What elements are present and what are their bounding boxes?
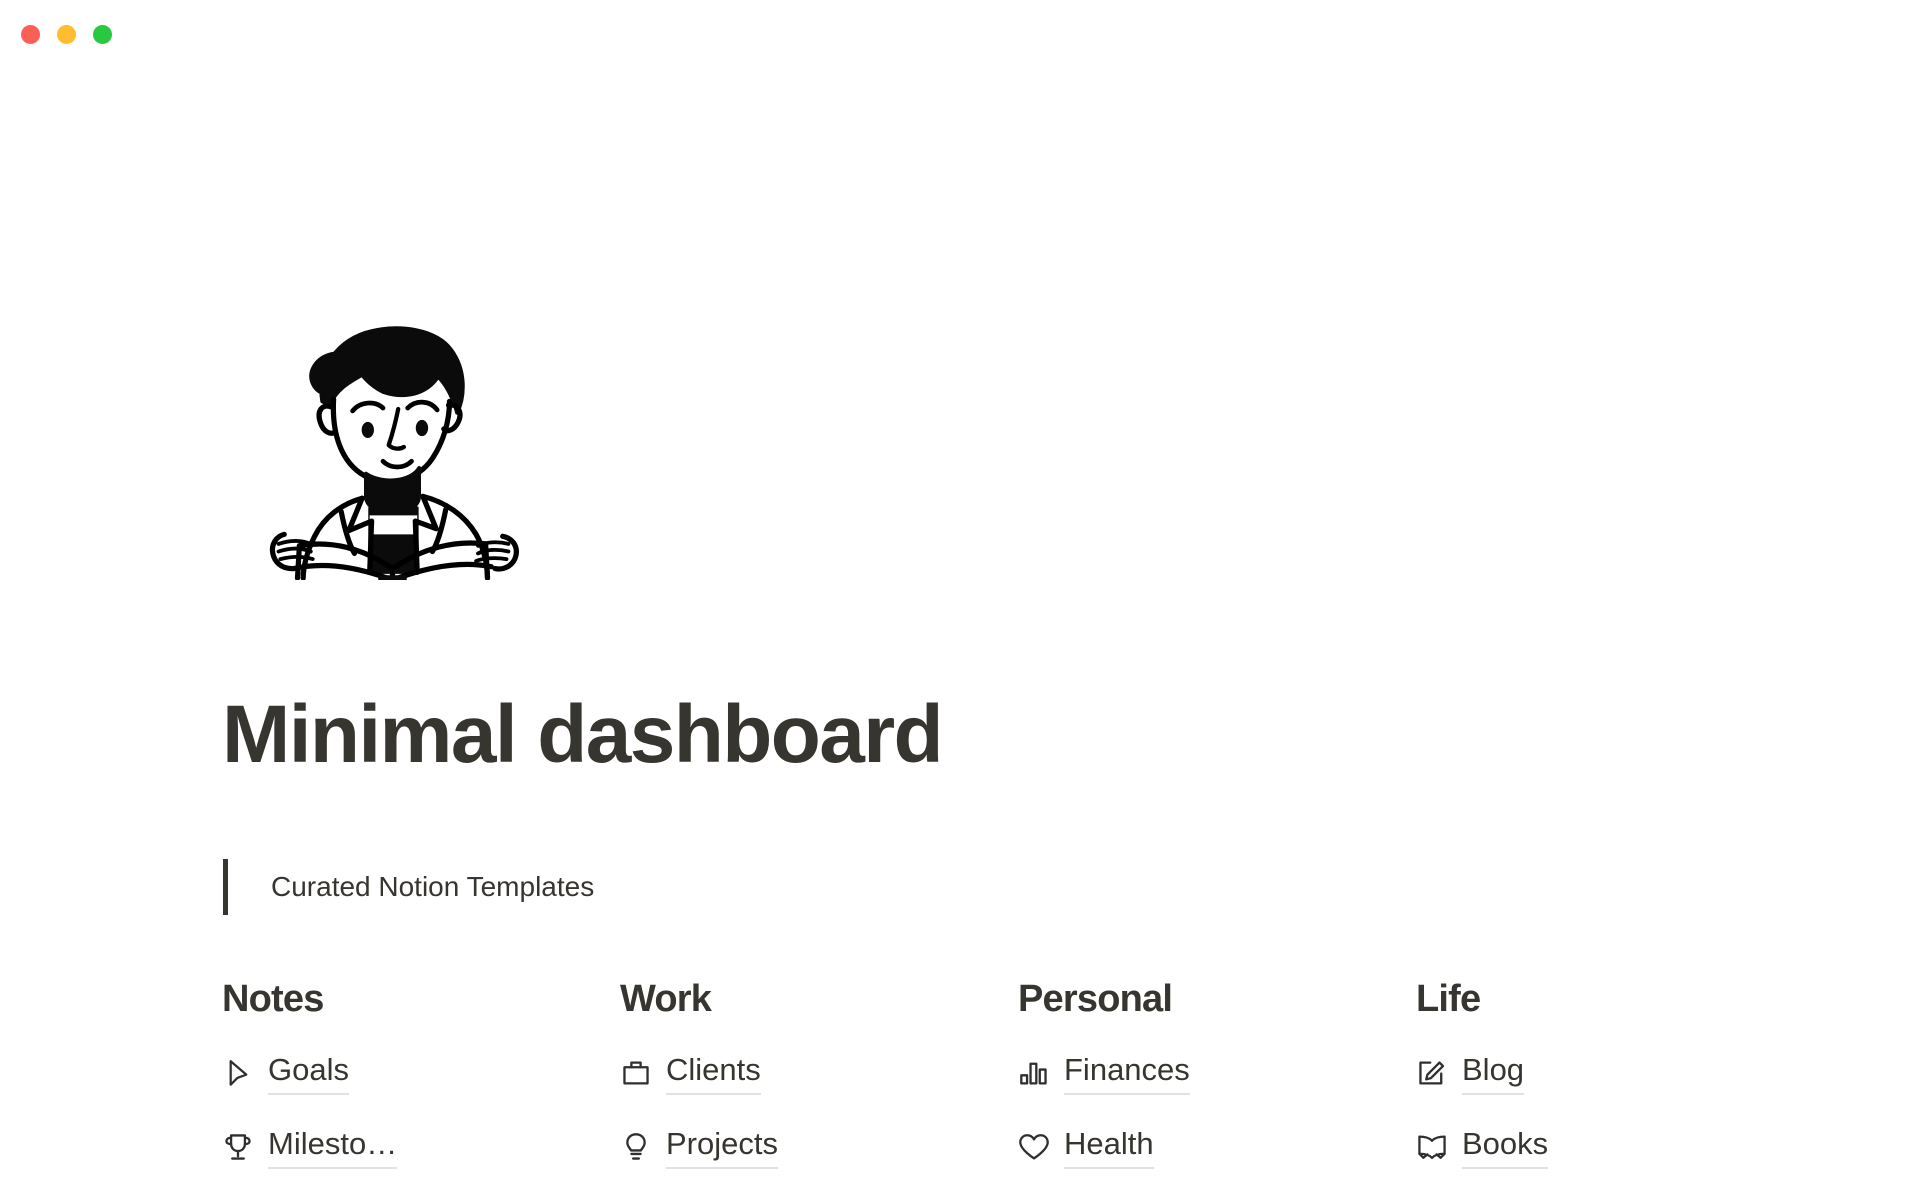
trophy-icon [222,1131,254,1163]
page-root: Minimal dashboard Curated Notion Templat… [0,0,1920,1200]
link-label: Blog [1462,1052,1525,1095]
link-columns: Notes Goals Milesto… Work Clients Projec… [222,977,1842,1196]
bar-chart-icon [1018,1057,1050,1089]
column-personal: Personal Finances Health [1018,977,1416,1196]
link-label: Projects [666,1126,778,1169]
link-blog[interactable]: Blog [1416,1048,1814,1098]
quote-text: Curated Notion Templates [271,871,595,902]
page-title: Minimal dashboard [222,689,944,780]
quote-block: Curated Notion Templates [223,859,594,915]
link-books[interactable]: Books [1416,1122,1814,1172]
link-label: Clients [666,1052,761,1095]
link-label: Finances [1064,1052,1190,1095]
heart-icon [1018,1131,1050,1163]
link-health[interactable]: Health [1018,1122,1416,1172]
link-label: Books [1462,1126,1549,1169]
link-projects[interactable]: Projects [620,1122,1018,1172]
link-milestones[interactable]: Milesto… [222,1122,620,1172]
briefcase-icon [620,1057,652,1089]
open-book-icon [1416,1131,1448,1163]
window-titlebar [0,0,1920,62]
column-title-life: Life [1416,978,1481,1020]
column-notes: Notes Goals Milesto… [222,977,620,1196]
maximize-button[interactable] [93,24,112,44]
column-title-personal: Personal [1018,978,1173,1020]
minimize-button[interactable] [57,24,76,44]
lightbulb-icon [620,1131,652,1163]
pencil-square-icon [1416,1057,1448,1089]
link-label: Health [1064,1126,1154,1169]
link-goals[interactable]: Goals [222,1048,620,1098]
column-life: Life Blog Books [1416,977,1814,1196]
link-finances[interactable]: Finances [1018,1048,1416,1098]
window-controls [21,24,112,44]
column-work: Work Clients Projects [620,977,1018,1196]
cursor-arrow-icon [222,1057,254,1089]
link-label: Milesto… [268,1126,398,1169]
link-label: Goals [268,1052,349,1095]
column-title-notes: Notes [222,978,324,1020]
link-clients[interactable]: Clients [620,1048,1018,1098]
person-reading-book-illustration [250,295,535,580]
column-title-work: Work [620,978,712,1020]
close-button[interactable] [21,24,40,44]
